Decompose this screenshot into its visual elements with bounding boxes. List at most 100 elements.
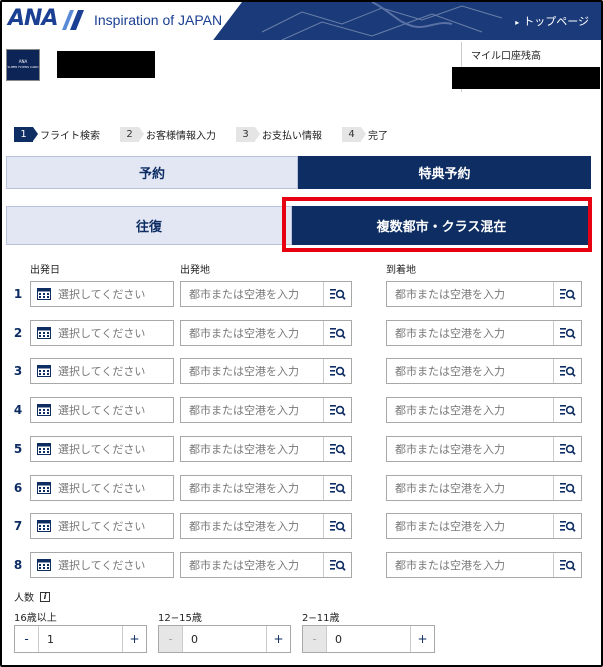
destination-input[interactable]: 都市または空港を入力: [386, 436, 582, 462]
departure-date-field[interactable]: 選択してください: [30, 358, 174, 384]
airport-search-icon[interactable]: [323, 476, 351, 500]
departure-date-field[interactable]: 選択してください: [30, 397, 174, 423]
airport-search-icon[interactable]: [323, 437, 351, 461]
infant-quantity-stepper: - 0 +: [302, 625, 435, 653]
origin-input[interactable]: 都市または空港を入力: [180, 320, 352, 346]
departure-date-field[interactable]: 選択してください: [30, 552, 174, 578]
calendar-icon: [37, 443, 51, 455]
city-placeholder: 都市または空港を入力: [395, 482, 505, 495]
infant-age-label: 2−11歳: [302, 613, 340, 624]
segment-number: 2: [13, 326, 23, 340]
calendar-icon: [37, 520, 51, 532]
airport-search-icon[interactable]: [323, 321, 351, 345]
city-placeholder: 都市または空港を入力: [395, 327, 505, 340]
ana-logo[interactable]: ANA: [8, 6, 58, 31]
origin-input[interactable]: 都市または空港を入力: [180, 281, 352, 307]
date-placeholder: 選択してください: [58, 404, 146, 417]
step-complete: 4 完了: [342, 127, 388, 142]
airport-search-icon[interactable]: [323, 398, 351, 422]
segment-number: 1: [13, 287, 23, 301]
infant-minus-button[interactable]: -: [303, 626, 327, 652]
origin-input[interactable]: 都市または空港を入力: [180, 552, 352, 578]
airport-search-icon[interactable]: [553, 553, 581, 577]
origin-input[interactable]: 都市または空港を入力: [180, 475, 352, 501]
airport-search-icon[interactable]: [323, 514, 351, 538]
city-placeholder: 都市または空港を入力: [189, 559, 299, 572]
passenger-count-label: 人数 i: [14, 589, 50, 604]
departure-date-field[interactable]: 選択してください: [30, 475, 174, 501]
child-minus-button[interactable]: -: [159, 626, 183, 652]
departure-date-field[interactable]: 選択してください: [30, 320, 174, 346]
airport-search-icon[interactable]: [553, 321, 581, 345]
airport-search-icon[interactable]: [553, 437, 581, 461]
infant-plus-button[interactable]: +: [410, 626, 434, 652]
calendar-icon: [37, 404, 51, 416]
origin-input[interactable]: 都市または空港を入力: [180, 513, 352, 539]
adult-age-label: 16歳以上: [14, 613, 57, 624]
child-age-label: 12−15歳: [158, 613, 202, 624]
destination-input[interactable]: 都市または空港を入力: [386, 552, 582, 578]
airport-search-icon[interactable]: [553, 514, 581, 538]
calendar-icon: [37, 327, 51, 339]
tab-booking[interactable]: 予約: [6, 156, 298, 189]
airport-search-icon[interactable]: [553, 282, 581, 306]
info-icon[interactable]: i: [40, 591, 50, 602]
airport-search-icon[interactable]: [323, 553, 351, 577]
date-placeholder: 選択してください: [58, 559, 146, 572]
child-plus-button[interactable]: +: [266, 626, 290, 652]
date-placeholder: 選択してください: [58, 520, 146, 533]
mile-balance-label: マイル口座残高: [471, 51, 541, 62]
child-count-input[interactable]: 0: [183, 633, 198, 646]
airport-search-icon[interactable]: [553, 476, 581, 500]
step-number: 3: [236, 127, 260, 142]
origin-input[interactable]: 都市または空港を入力: [180, 358, 352, 384]
step-label: お支払い情報: [262, 131, 322, 142]
step-number: 1: [14, 127, 38, 142]
highlight-box: [282, 197, 592, 252]
departure-date-field[interactable]: 選択してください: [30, 436, 174, 462]
tab-award-booking[interactable]: 特典予約: [298, 156, 591, 189]
city-placeholder: 都市または空港を入力: [189, 482, 299, 495]
airport-search-icon[interactable]: [323, 359, 351, 383]
city-placeholder: 都市または空港を入力: [395, 404, 505, 417]
step-label: フライト検索: [40, 131, 100, 142]
date-placeholder: 選択してください: [58, 443, 146, 456]
destination-input[interactable]: 都市または空港を入力: [386, 281, 582, 307]
tab-round-trip[interactable]: 往復: [6, 206, 292, 245]
adult-plus-button[interactable]: +: [122, 626, 146, 652]
date-column-label: 出発日: [30, 265, 60, 276]
world-map-graphic: [261, 2, 503, 40]
airport-search-icon[interactable]: [553, 359, 581, 383]
redacted-user-name: [57, 51, 155, 78]
departure-date-field[interactable]: 選択してください: [30, 513, 174, 539]
destination-input[interactable]: 都市または空港を入力: [386, 397, 582, 423]
segment-number: 4: [13, 403, 23, 417]
child-quantity-stepper: - 0 +: [158, 625, 291, 653]
progress-steps: 1 フライト検索 2 お客様情報入力 3 お支払い情報 4 完了: [14, 127, 408, 142]
destination-input[interactable]: 都市または空港を入力: [386, 475, 582, 501]
origin-input[interactable]: 都市または空港を入力: [180, 436, 352, 462]
city-placeholder: 都市または空港を入力: [189, 404, 299, 417]
segment-number: 8: [13, 558, 23, 572]
destination-input[interactable]: 都市または空港を入力: [386, 358, 582, 384]
adult-count-input[interactable]: 1: [39, 633, 54, 646]
date-placeholder: 選択してください: [58, 482, 146, 495]
destination-input[interactable]: 都市または空港を入力: [386, 513, 582, 539]
calendar-icon: [37, 482, 51, 494]
ana-swoosh-icon: [62, 10, 84, 30]
origin-input[interactable]: 都市または空港を入力: [180, 397, 352, 423]
top-page-link[interactable]: ▸ トップページ: [515, 13, 589, 29]
chevron-right-icon: ▸: [515, 18, 520, 27]
destination-input[interactable]: 都市または空港を入力: [386, 320, 582, 346]
card-logo-line2: SUPER FLYERS CARD: [7, 65, 39, 69]
step-flight-search: 1 フライト検索: [14, 127, 100, 142]
airport-search-icon[interactable]: [323, 282, 351, 306]
departure-date-field[interactable]: 選択してください: [30, 281, 174, 307]
adult-minus-button[interactable]: -: [15, 626, 39, 652]
card-logo: ANA SUPER FLYERS CARD: [6, 49, 40, 81]
airport-search-icon[interactable]: [553, 398, 581, 422]
date-placeholder: 選択してください: [58, 365, 146, 378]
step-label: 完了: [368, 131, 388, 142]
infant-count-input[interactable]: 0: [327, 633, 342, 646]
city-placeholder: 都市または空港を入力: [395, 520, 505, 533]
